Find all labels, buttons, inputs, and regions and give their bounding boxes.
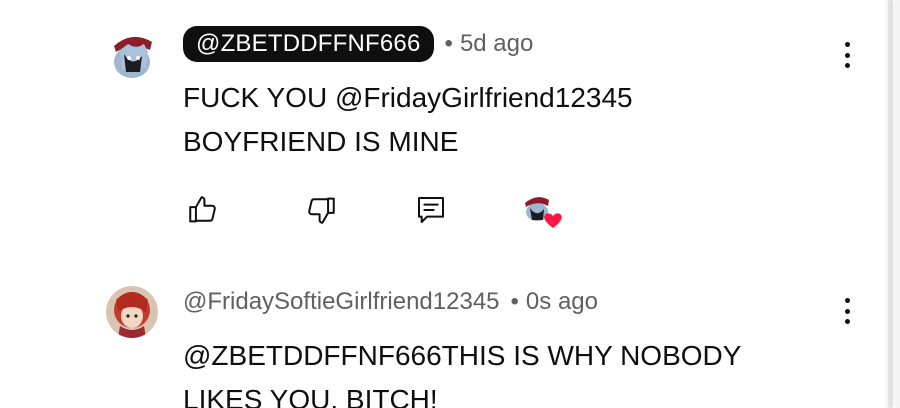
author-name[interactable]: @FridaySoftieGirlfriend12345 [183,288,500,316]
kebab-dot [844,308,850,314]
more-options-button[interactable] [836,38,858,72]
comment-text: FUCK YOU @FridayGirlfriend12345 BOYFRIEN… [183,82,633,157]
reply-icon [418,197,444,223]
comment-actions [183,190,583,230]
comment-header: @ZBETDDFFNF666 • 5d ago [183,24,533,64]
creator-heart-icon [524,195,562,228]
kebab-dot [844,52,850,58]
like-button[interactable] [183,190,223,230]
avatar[interactable] [106,28,158,80]
avatar-image [106,286,158,338]
kebab-dot [844,298,850,303]
kebab-dot [844,42,850,47]
comment-age[interactable]: 0s ago [526,288,598,316]
kebab-dot [844,319,850,324]
author-badge[interactable]: @ZBETDDFFNF666 [183,26,434,62]
comment-header: @FridaySoftieGirlfriend12345 • 0s ago [183,282,598,322]
comment-age[interactable]: 5d ago [460,30,533,58]
kebab-dot [844,63,850,68]
comment-text: @ZBETDDFFNF666THIS IS WHY NOBODY LIKES Y… [183,340,742,408]
avatar[interactable] [106,286,158,338]
reply-button[interactable] [411,190,451,230]
thumb-up-icon [189,196,216,223]
avatar-image [106,28,158,80]
more-options-button[interactable] [836,294,858,328]
scrollbar-thumb[interactable] [888,0,893,408]
separator-dot: • [444,30,453,57]
thumb-down-icon [308,197,335,224]
separator-dot: • [510,288,519,315]
creator-heart[interactable] [517,190,565,230]
dislike-button[interactable] [301,190,341,230]
